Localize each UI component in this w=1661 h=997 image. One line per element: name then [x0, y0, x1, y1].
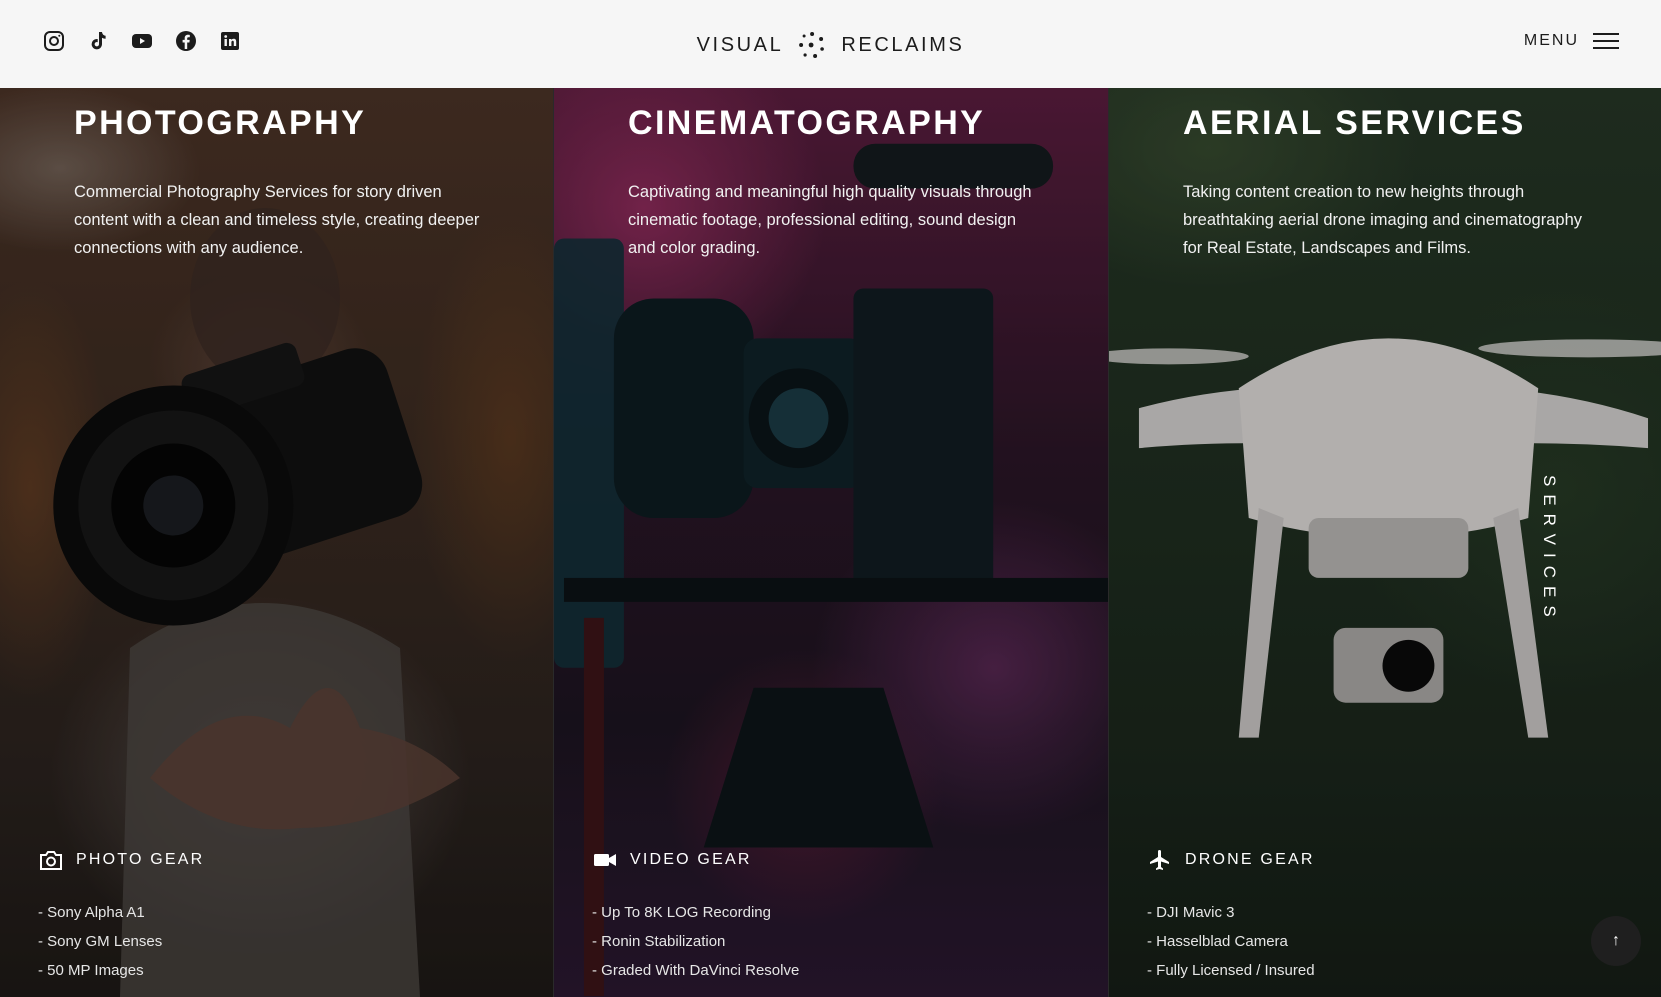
logo-mark-icon	[799, 32, 825, 58]
list-item: - Graded With DaVinci Resolve	[592, 962, 800, 979]
cinematography-description: Captivating and meaningful high quality …	[628, 183, 1032, 257]
list-item: - DJI Mavic 3	[1147, 904, 1235, 921]
video-gear-list: - Up To 8K LOG Recording - Ronin Stabili…	[592, 898, 799, 985]
drone-gear-header: DRONE GEAR	[1147, 848, 1315, 872]
photography-description: Commercial Photography Services for stor…	[74, 183, 480, 257]
instagram-icon[interactable]	[42, 29, 66, 53]
aerial-title: AERIAL SERVICES	[1183, 104, 1526, 142]
aerial-description: Taking content creation to new heights t…	[1183, 183, 1583, 257]
list-item: - Fully Licensed / Insured	[1147, 962, 1315, 979]
photography-title: PHOTOGRAPHY	[74, 104, 367, 142]
video-gear-header: VIDEO GEAR	[592, 848, 799, 872]
linkedin-icon[interactable]	[218, 29, 242, 53]
social-links	[42, 29, 242, 53]
camera-icon	[40, 851, 62, 870]
services-vertical-label: SERVICES	[1540, 475, 1559, 625]
list-item: - Up To 8K LOG Recording	[592, 904, 771, 921]
cinematography-content: CINEMATOGRAPHY Captivating and meaningfu…	[554, 88, 1108, 997]
drone-gear-list: - DJI Mavic 3 - Hasselblad Camera - Full…	[1147, 898, 1315, 985]
list-item: - Ronin Stabilization	[592, 933, 726, 950]
services-panels: PHOTOGRAPHY Commercial Photography Servi…	[0, 88, 1661, 997]
panel-photography[interactable]: PHOTOGRAPHY Commercial Photography Servi…	[0, 88, 553, 997]
list-item: - Hasselblad Camera	[1147, 933, 1288, 950]
airplane-icon	[1150, 850, 1169, 870]
drone-gear: DRONE GEAR - DJI Mavic 3 - Hasselblad Ca…	[1147, 848, 1315, 985]
list-item: - Sony GM Lenses	[38, 933, 163, 950]
scroll-to-top-button[interactable]: ↑	[1591, 916, 1641, 966]
tiktok-icon[interactable]	[86, 29, 110, 53]
video-gear-title: VIDEO GEAR	[630, 851, 752, 868]
photo-gear: PHOTO GEAR - Sony Alpha A1 - Sony GM Len…	[38, 848, 204, 985]
facebook-icon[interactable]	[174, 29, 198, 53]
cinematography-title: CINEMATOGRAPHY	[628, 104, 986, 142]
video-gear: VIDEO GEAR - Up To 8K LOG Recording - Ro…	[592, 848, 799, 985]
menu-button[interactable]: MENU	[1524, 32, 1619, 50]
photo-gear-title: PHOTO GEAR	[76, 851, 205, 868]
logo-text-right: RECLAIMS	[841, 33, 965, 56]
panel-aerial-services[interactable]: AERIAL SERVICES Taking content creation …	[1108, 88, 1661, 997]
photo-gear-list: - Sony Alpha A1 - Sony GM Lenses - 50 MP…	[38, 898, 204, 985]
logo-text-left: VISUAL	[696, 33, 784, 56]
list-item: - 50 MP Images	[38, 962, 144, 979]
site-logo[interactable]: VISUAL RECLAIMS	[697, 30, 965, 60]
drone-gear-title: DRONE GEAR	[1185, 851, 1315, 868]
aerial-content: AERIAL SERVICES Taking content creation …	[1109, 88, 1661, 997]
menu-label: MENU	[1523, 32, 1579, 49]
site-header: VISUAL RECLAIMS MENU	[0, 0, 1661, 88]
panel-cinematography[interactable]: CINEMATOGRAPHY Captivating and meaningfu…	[553, 88, 1108, 997]
youtube-icon[interactable]	[130, 29, 154, 53]
list-item: - Sony Alpha A1	[38, 904, 145, 921]
video-camera-icon	[594, 854, 616, 866]
photo-gear-header: PHOTO GEAR	[38, 848, 204, 872]
photography-content: PHOTOGRAPHY Commercial Photography Servi…	[0, 88, 553, 997]
hamburger-icon	[1593, 33, 1619, 49]
